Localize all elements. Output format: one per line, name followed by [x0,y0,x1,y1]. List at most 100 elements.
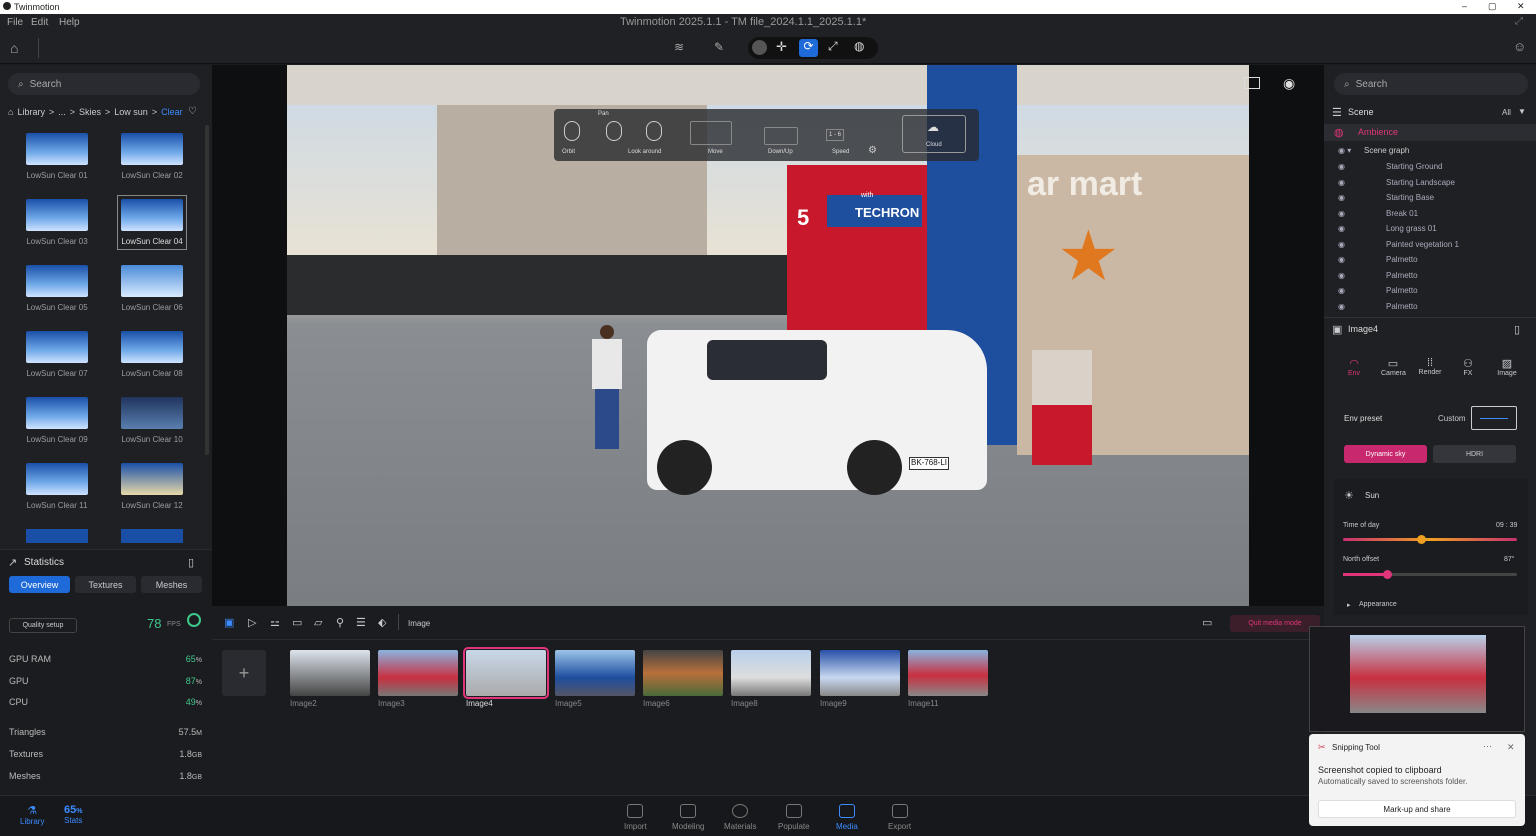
eye-icon[interactable]: ◉ [1338,255,1345,264]
tree-item[interactable]: Starting Ground [1386,162,1442,171]
eye-icon[interactable]: ◉ [1338,240,1345,249]
library-scrollbar[interactable] [205,125,209,455]
dynamic-sky-button[interactable]: Dynamic sky [1344,445,1427,463]
sky-item-selected[interactable]: LowSun Clear 04 [117,195,187,250]
nav-populate[interactable]: Populate [778,804,810,831]
eye-icon[interactable]: ◉ ▾ [1338,146,1351,155]
crumb-library[interactable]: Library [17,107,45,117]
quit-media-mode-button[interactable]: Quit media mode [1230,615,1320,632]
eye-icon[interactable]: ◉ [1338,224,1345,233]
add-media-button[interactable]: + [222,650,266,696]
panel-toggle-icon[interactable]: ▯ [188,556,194,569]
chevron-down-icon[interactable]: ▼ [1518,107,1526,116]
scale-icon[interactable]: ⤢ [828,39,838,54]
expand-arrow-icon[interactable]: ▸ [1347,601,1351,609]
sky-item[interactable]: LowSun Clear 03 [26,199,88,246]
menu-help[interactable]: Help [59,17,80,28]
eye-icon[interactable]: ◉ [1338,193,1345,202]
crumb-low-sun[interactable]: Low sun [114,107,148,117]
tree-item[interactable]: Palmetto [1386,286,1418,295]
pin-icon[interactable]: ✎ [714,40,724,54]
tree-item[interactable]: Painted vegetation 1 [1386,240,1459,249]
eye-icon[interactable]: ◉ [1283,75,1295,92]
sky-item[interactable]: LowSun Clear 07 [26,331,88,378]
sky-thumbnail[interactable] [121,529,183,543]
eye-icon[interactable]: ◉ [1338,178,1345,187]
scene-graph-label[interactable]: Scene graph [1364,146,1409,155]
tab-camera[interactable]: ▭ Camera [1381,357,1406,377]
tree-item[interactable]: Palmetto [1386,302,1418,311]
panel-toggle-icon[interactable]: ▯ [1514,323,1520,336]
nav-import[interactable]: Import [624,804,647,831]
media-thumbnail[interactable] [731,650,811,696]
back-icon[interactable] [752,40,767,55]
media-thumbnail[interactable] [555,650,635,696]
tree-item[interactable]: Palmetto [1386,271,1418,280]
slider-knob[interactable] [1382,570,1392,579]
nav-materials[interactable]: Materials [724,804,756,831]
ambience-row[interactable]: ◍ Ambience [1324,124,1536,141]
menu-edit[interactable]: Edit [31,17,48,28]
media-thumbnail[interactable] [908,650,988,696]
home-icon[interactable]: ⌂ [10,40,18,56]
sky-item[interactable]: LowSun Clear 01 [26,133,88,180]
close-icon[interactable]: ✕ [1507,742,1515,753]
sky-item[interactable]: LowSun Clear 09 [26,397,88,444]
tab-fx[interactable]: ⚇ FX [1458,357,1478,377]
minimize-button[interactable]: – [1462,1,1467,11]
sky-item[interactable]: LowSun Clear 06 [121,265,183,312]
stack-icon[interactable]: ▱ [314,616,322,629]
more-icon[interactable]: ··· [1483,741,1492,751]
nav-modeling[interactable]: Modeling [672,804,704,831]
favorite-icon[interactable]: ♡ [188,106,197,117]
aspect-frame-icon[interactable] [1244,77,1260,89]
expand-icon[interactable]: ⤢ [1515,16,1523,27]
tree-item[interactable]: Starting Base [1386,193,1434,202]
tab-textures[interactable]: Textures [75,576,136,593]
menu-file[interactable]: File [7,17,23,28]
sky-item[interactable]: LowSun Clear 02 [121,133,183,180]
eye-icon[interactable]: ◉ [1338,286,1345,295]
globe-icon[interactable]: ◍ [854,39,864,53]
cloud-button[interactable]: ☁ Cloud [902,115,966,153]
list-icon[interactable]: ☰ [356,616,366,629]
panorama-icon[interactable]: ⚍ [270,616,280,629]
eye-icon[interactable]: ◉ [1338,209,1345,218]
sky-thumbnail[interactable] [26,529,88,543]
sky-item[interactable]: LowSun Clear 12 [121,463,183,510]
layers-icon[interactable]: ≋ [674,40,684,54]
filter-all[interactable]: All [1502,108,1511,117]
crumb-clear[interactable]: Clear [161,107,183,117]
quality-setup-button[interactable]: Quality setup [9,618,77,633]
slider-knob[interactable] [1417,535,1427,544]
library-tab[interactable]: ⚗ Library [20,804,44,826]
tab-image[interactable]: ▨ Image [1494,357,1520,377]
video-icon[interactable]: ▷ [248,616,256,629]
tab-meshes[interactable]: Meshes [141,576,202,593]
sky-item[interactable]: LowSun Clear 08 [121,331,183,378]
media-thumbnail[interactable] [378,650,458,696]
tab-env[interactable]: ◠ Env [1344,357,1364,377]
crumb-skies[interactable]: Skies [79,107,101,117]
preset-swatch[interactable] [1471,406,1517,430]
settings-gear-icon[interactable]: ⚙ [868,145,877,156]
close-button[interactable]: ✕ [1517,1,1525,12]
sky-item[interactable]: LowSun Clear 10 [121,397,183,444]
sky-item[interactable]: LowSun Clear 05 [26,265,88,312]
crumb-ellipsis[interactable]: ... [58,107,66,117]
scene-search[interactable]: ⌕ Search [1334,73,1528,95]
image-mode-icon[interactable]: ▣ [224,616,234,629]
sky-item[interactable]: LowSun Clear 11 [26,463,88,510]
tree-item[interactable]: Long grass 01 [1386,224,1437,233]
rotate-icon[interactable]: ⟳ [799,39,818,57]
move-icon[interactable]: ✛ [776,39,787,55]
time-of-day-slider[interactable] [1343,535,1517,544]
tree-item[interactable]: Break 01 [1386,209,1418,218]
media-thumbnail-selected[interactable] [463,647,549,699]
tree-item[interactable]: Starting Landscape [1386,178,1455,187]
tab-render[interactable]: ⁞⁞ Render [1418,357,1442,376]
walk-icon[interactable]: ⚲ [336,616,344,629]
path-icon[interactable]: ⬖ [378,616,386,629]
north-offset-slider[interactable] [1343,570,1517,579]
nav-media[interactable]: Media [836,804,858,831]
